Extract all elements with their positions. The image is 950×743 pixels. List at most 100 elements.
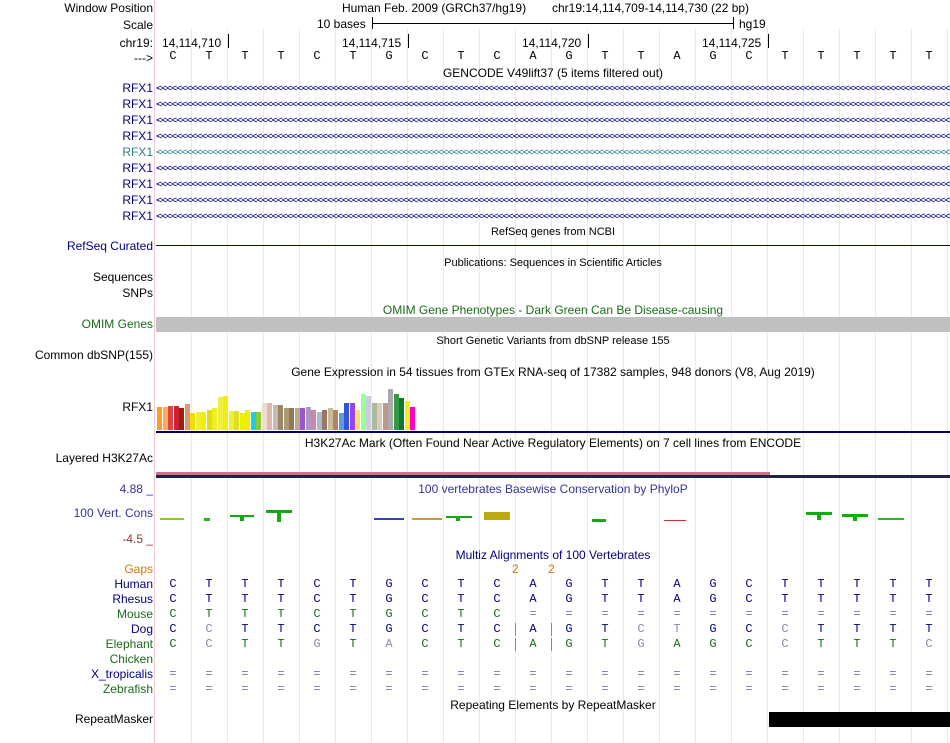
gtex-bar[interactable]: [245, 410, 250, 430]
multiz-species-label[interactable]: Zebrafish: [103, 682, 153, 696]
gtex-bar[interactable]: [333, 410, 338, 430]
gtex-bar[interactable]: [360, 394, 366, 430]
gtex-label[interactable]: RFX1: [122, 400, 153, 414]
gtex-bar[interactable]: [305, 407, 311, 430]
gtex-bar[interactable]: [300, 408, 305, 430]
multiz-species-label[interactable]: X_tropicalis: [91, 667, 153, 681]
phylop-track-title[interactable]: 100 vertebrates Basewise Conservation by…: [156, 482, 950, 496]
gencode-feature-intron[interactable]: <<<<<<<<<<<<<<<<<<<<<<<<<<<<<<<<<<<<<<<<…: [156, 147, 950, 159]
gencode-item-label[interactable]: RFX1: [122, 145, 153, 159]
gtex-bar[interactable]: [250, 412, 256, 430]
sequence-base: C: [745, 49, 753, 63]
gencode-feature-intron[interactable]: <<<<<<<<<<<<<<<<<<<<<<<<<<<<<<<<<<<<<<<<…: [156, 211, 950, 223]
gtex-bar[interactable]: [162, 407, 168, 430]
gencode-item-label[interactable]: RFX1: [122, 81, 153, 95]
gtex-bar[interactable]: [382, 403, 388, 430]
gencode-feature-intron[interactable]: <<<<<<<<<<<<<<<<<<<<<<<<<<<<<<<<<<<<<<<<…: [156, 115, 950, 127]
gtex-bar[interactable]: [228, 411, 234, 430]
gencode-track-title[interactable]: GENCODE V49lift37 (5 items filtered out): [156, 66, 950, 80]
h3k27ac-track-title[interactable]: H3K27Ac Mark (Often Found Near Active Re…: [156, 436, 950, 450]
omim-track-title[interactable]: OMIM Gene Phenotypes - Dark Green Can Be…: [156, 303, 950, 317]
gtex-bar[interactable]: [344, 403, 349, 430]
gtex-bar[interactable]: [278, 405, 283, 430]
repeatmasker-track-title[interactable]: Repeating Elements by RepeatMasker: [156, 698, 950, 712]
multiz-base: =: [385, 682, 393, 696]
gtex-bar[interactable]: [366, 396, 371, 430]
multiz-species-label[interactable]: Chicken: [110, 652, 153, 666]
refseq-feature[interactable]: [156, 245, 950, 246]
gencode-feature-intron[interactable]: <<<<<<<<<<<<<<<<<<<<<<<<<<<<<<<<<<<<<<<<…: [156, 163, 950, 175]
gtex-bar[interactable]: [283, 408, 289, 430]
multiz-species-label[interactable]: Human: [114, 577, 153, 591]
gtex-bar[interactable]: [294, 408, 300, 430]
gencode-item-label[interactable]: RFX1: [122, 129, 153, 143]
phylop-label[interactable]: 100 Vert. Cons: [74, 506, 153, 520]
gencode-feature-intron[interactable]: <<<<<<<<<<<<<<<<<<<<<<<<<<<<<<<<<<<<<<<<…: [156, 99, 950, 111]
gtex-bar[interactable]: [322, 410, 327, 430]
gtex-bar[interactable]: [349, 403, 355, 430]
gtex-bar[interactable]: [212, 408, 217, 430]
gtex-bar[interactable]: [371, 403, 377, 430]
gencode-item-label[interactable]: RFX1: [122, 193, 153, 207]
gtex-bar[interactable]: [410, 407, 415, 430]
gtex-bar[interactable]: [338, 413, 344, 430]
gtex-bar[interactable]: [201, 412, 206, 430]
gencode-item-label[interactable]: RFX1: [122, 113, 153, 127]
repeatmasker-feature[interactable]: [769, 712, 950, 727]
dbsnp-track-title[interactable]: Short Genetic Variants from dbSNP releas…: [156, 335, 950, 347]
gtex-bar[interactable]: [195, 412, 201, 430]
gtex-bar[interactable]: [256, 412, 261, 430]
dbsnp-label[interactable]: Common dbSNP(155): [35, 348, 153, 362]
scale-bar-end: [733, 17, 734, 29]
publications-track-title[interactable]: Publications: Sequences in Scientific Ar…: [156, 257, 950, 269]
gtex-bar[interactable]: [355, 410, 360, 430]
gtex-bar[interactable]: [184, 404, 190, 430]
gtex-bar[interactable]: [239, 413, 245, 430]
gtex-bar[interactable]: [316, 412, 322, 430]
gencode-feature-intron[interactable]: <<<<<<<<<<<<<<<<<<<<<<<<<<<<<<<<<<<<<<<<…: [156, 179, 950, 191]
gtex-bar[interactable]: [267, 403, 272, 430]
repeatmasker-label[interactable]: RepeatMasker: [75, 712, 153, 726]
gtex-bar[interactable]: [168, 406, 173, 430]
gencode-feature-intron[interactable]: <<<<<<<<<<<<<<<<<<<<<<<<<<<<<<<<<<<<<<<<…: [156, 83, 950, 95]
publications-label-sequences[interactable]: Sequences: [93, 270, 153, 284]
gtex-bar[interactable]: [206, 410, 212, 430]
refseq-label[interactable]: RefSeq Curated: [67, 239, 153, 253]
gtex-bar[interactable]: [157, 407, 162, 430]
gtex-bar[interactable]: [377, 403, 382, 430]
gtex-bar[interactable]: [404, 401, 410, 430]
gtex-bar[interactable]: [173, 406, 179, 430]
gtex-bar[interactable]: [393, 394, 399, 430]
gtex-bar[interactable]: [327, 408, 333, 430]
gtex-bar[interactable]: [223, 396, 228, 430]
gtex-track-title[interactable]: Gene Expression in 54 tissues from GTEx …: [156, 365, 950, 379]
gtex-bar[interactable]: [311, 410, 316, 430]
gencode-item-label[interactable]: RFX1: [122, 209, 153, 223]
gencode-item-label[interactable]: RFX1: [122, 161, 153, 175]
publications-label-snps[interactable]: SNPs: [122, 286, 153, 300]
multiz-base: C: [745, 592, 753, 606]
gencode-item-label[interactable]: RFX1: [122, 97, 153, 111]
gtex-bar[interactable]: [217, 397, 223, 430]
gtex-bar[interactable]: [272, 405, 278, 430]
gencode-feature-intron[interactable]: <<<<<<<<<<<<<<<<<<<<<<<<<<<<<<<<<<<<<<<<…: [156, 195, 950, 207]
refseq-track-title[interactable]: RefSeq genes from NCBI: [156, 226, 950, 238]
gtex-bar[interactable]: [190, 413, 195, 430]
gencode-item-label[interactable]: RFX1: [122, 177, 153, 191]
h3k27ac-label[interactable]: Layered H3K27Ac: [56, 451, 153, 465]
omim-feature[interactable]: [156, 317, 950, 332]
omim-label[interactable]: OMIM Genes: [82, 317, 153, 331]
chrom-label: chr19:: [119, 36, 153, 50]
multiz-species-label[interactable]: Mouse: [117, 607, 153, 621]
gencode-feature-intron[interactable]: <<<<<<<<<<<<<<<<<<<<<<<<<<<<<<<<<<<<<<<<…: [156, 131, 950, 143]
gtex-bar[interactable]: [234, 411, 239, 430]
gtex-bar[interactable]: [388, 389, 393, 430]
gtex-bar[interactable]: [289, 408, 294, 430]
multiz-track-title[interactable]: Multiz Alignments of 100 Vertebrates: [156, 548, 950, 562]
gtex-bar[interactable]: [399, 398, 404, 430]
multiz-species-label[interactable]: Elephant: [106, 637, 153, 651]
gtex-bar[interactable]: [261, 403, 267, 430]
multiz-species-label[interactable]: Rhesus: [112, 592, 153, 606]
gtex-bar[interactable]: [179, 408, 184, 430]
multiz-species-label[interactable]: Dog: [131, 622, 153, 636]
